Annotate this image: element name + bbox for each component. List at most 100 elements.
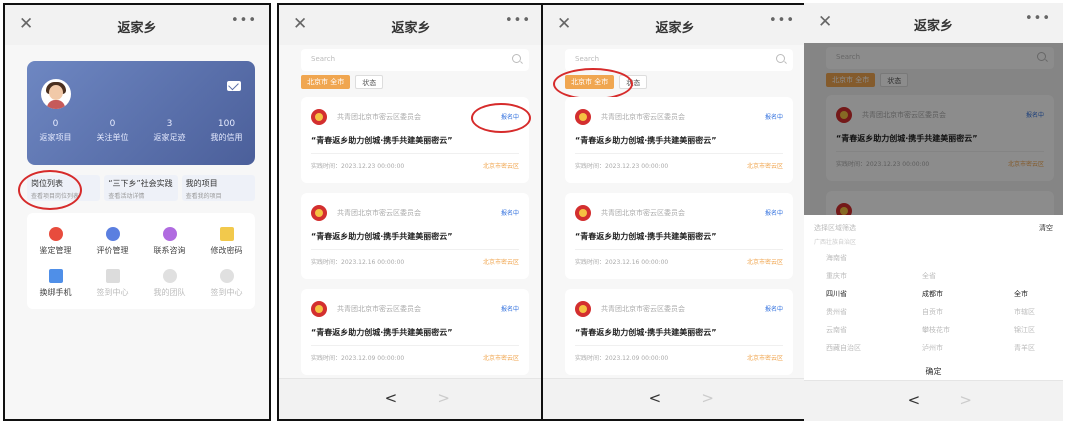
district-column[interactable]: 全市 市辖区 锦江区 青羊区	[1014, 253, 1035, 361]
grid-item-checkin[interactable]: 签到中心	[84, 269, 141, 298]
league-logo-icon	[575, 205, 591, 221]
project-card[interactable]: 共青团北京市密云区委员会 报名中 “青春返乡助力创城·携手共建美丽密云” 实践时…	[565, 193, 793, 279]
forward-button[interactable]: >	[959, 391, 972, 409]
grid-item-evaluation[interactable]: 评价管理	[84, 227, 141, 256]
clear-button[interactable]: 清空	[1039, 223, 1053, 233]
project-card[interactable]: 共青团北京市密云区委员会 报名中 “青春返乡助力创城·携手共建美丽密云” 实践时…	[301, 193, 529, 279]
back-button[interactable]: <	[385, 389, 398, 407]
team-icon	[162, 269, 177, 283]
picker-option[interactable]	[922, 253, 950, 271]
forward-button[interactable]: >	[701, 389, 714, 407]
grid-item-team[interactable]: 我的团队	[141, 269, 198, 298]
quick-link-practice[interactable]: “三下乡”社会实践 查看活动详情	[104, 175, 178, 201]
card-title: “青春返乡助力创城·携手共建美丽密云”	[311, 232, 453, 241]
back-button[interactable]: <	[649, 389, 662, 407]
league-logo-icon	[575, 301, 591, 317]
stat-item[interactable]: 0 关注单位	[84, 119, 141, 143]
league-logo-icon	[311, 205, 327, 221]
page-title: 返家乡	[391, 21, 431, 36]
title-bar: ✕ 返家乡 •••	[543, 5, 807, 45]
card-title: “青春返乡助力创城·携手共建美丽密云”	[575, 232, 717, 241]
location-filter[interactable]: 北京市 全市	[301, 75, 351, 89]
picker-option[interactable]: 云南省	[826, 325, 861, 343]
picker-option[interactable]	[1014, 271, 1035, 289]
stat-item[interactable]: 3 返家足迹	[141, 119, 198, 143]
picker-option[interactable]: 自贡市	[922, 307, 950, 325]
forward-button[interactable]: >	[437, 389, 450, 407]
search-icon	[776, 54, 785, 63]
project-card[interactable]: 共青团北京市密云区委员会 报名中 “青春返乡助力创城·携手共建美丽密云” 实践时…	[565, 289, 793, 375]
project-card[interactable]: 共青团北京市密云区委员会 报名中 “青春返乡助力创城·携手共建美丽密云” 实践时…	[565, 97, 793, 183]
picker-option[interactable]: 青羊区	[1014, 343, 1035, 361]
confirm-button[interactable]: 确定	[804, 366, 1063, 377]
search-icon	[512, 54, 521, 63]
contact-icon	[162, 227, 177, 241]
bottom-nav: < >	[279, 378, 543, 419]
status-badge: 报名中	[764, 210, 783, 217]
mail-icon[interactable]	[227, 81, 241, 91]
stats-row: 0 返家项目 0 关注单位 3 返家足迹 100 我的信用	[27, 119, 255, 143]
more-icon[interactable]: •••	[769, 13, 795, 28]
more-icon[interactable]: •••	[505, 13, 531, 28]
stat-item[interactable]: 100 我的信用	[198, 119, 255, 143]
picker-option[interactable]: 泸州市	[922, 343, 950, 361]
highlight-oval	[18, 170, 82, 210]
grid-label: 换绑手机	[39, 288, 72, 297]
stat-label: 关注单位	[96, 133, 129, 142]
picker-option[interactable]: 市辖区	[1014, 307, 1035, 325]
picker-option[interactable]: 全市	[1014, 289, 1035, 307]
status-badge: 报名中	[764, 114, 783, 121]
card-org: 共青团北京市密云区委员会	[337, 305, 421, 313]
search-input[interactable]: Search	[301, 49, 529, 71]
picker-option[interactable]: 成都市	[922, 289, 950, 307]
picker-option[interactable]: 攀枝花市	[922, 325, 950, 343]
stat-label: 返家项目	[39, 133, 72, 142]
picker-option[interactable]	[1014, 253, 1035, 271]
search-placeholder: Search	[575, 55, 600, 63]
picker-option[interactable]: 重庆市	[826, 271, 861, 289]
page-title: 返家乡	[117, 21, 157, 36]
status-filter[interactable]: 状态	[355, 75, 384, 89]
stat-item[interactable]: 0 返家项目	[27, 119, 84, 143]
grid-label: 联系咨询	[153, 246, 186, 255]
picker-option[interactable]: 四川省	[826, 289, 861, 307]
picker-option[interactable]: 贵州省	[826, 307, 861, 325]
region-picker-sheet: 选择区域筛选 清空 广西壮族自治区 海南省 重庆市 四川省 贵州省 云南省 西藏…	[804, 215, 1063, 381]
card-time: 实践时间：2023.12.09 00:00:00	[575, 355, 669, 362]
quick-link-sub: 查看我的项目	[185, 193, 222, 200]
card-time: 实践时间：2023.12.23 00:00:00	[575, 163, 669, 170]
picker-option[interactable]: 全省	[922, 271, 950, 289]
picker-option[interactable]: 西藏自治区	[826, 343, 861, 361]
dim-overlay[interactable]	[804, 43, 1063, 215]
card-time: 实践时间：2023.12.09 00:00:00	[311, 355, 405, 362]
grid-item-checkin-2[interactable]: 签到中心	[198, 269, 255, 298]
grid-item-change-phone[interactable]: 换绑手机	[27, 269, 84, 298]
chart-icon	[105, 269, 120, 283]
more-icon[interactable]: •••	[1025, 11, 1051, 26]
card-title: “青春返乡助力创城·携手共建美丽密云”	[575, 328, 717, 337]
grid-item-appraisal[interactable]: 鉴定管理	[27, 227, 84, 256]
back-button[interactable]: <	[908, 391, 921, 409]
picker-option[interactable]: 海南省	[826, 253, 861, 271]
status-badge: 报名中	[500, 306, 519, 313]
picker-option[interactable]: 锦江区	[1014, 325, 1035, 343]
grid-label: 我的团队	[153, 288, 186, 297]
card-org: 共青团北京市密云区委员会	[337, 113, 421, 121]
quick-link-my-projects[interactable]: 我的项目 查看我的项目	[181, 175, 255, 201]
phone-icon	[48, 269, 63, 283]
card-time: 实践时间：2023.12.16 00:00:00	[575, 259, 669, 266]
more-icon[interactable]: •••	[231, 13, 257, 28]
city-column[interactable]: 全省 成都市 自贡市 攀枝花市 泸州市	[922, 253, 950, 361]
highlight-oval	[471, 103, 531, 133]
search-placeholder: Search	[311, 55, 336, 63]
stat-label: 我的信用	[210, 133, 243, 142]
password-icon	[219, 227, 234, 241]
grid-item-password[interactable]: 修改密码	[198, 227, 255, 256]
province-column[interactable]: 海南省 重庆市 四川省 贵州省 云南省 西藏自治区	[826, 253, 861, 361]
grid-item-contact[interactable]: 联系咨询	[141, 227, 198, 256]
card-location: 北京市密云区	[482, 259, 519, 266]
avatar[interactable]	[41, 79, 71, 109]
league-logo-icon	[311, 301, 327, 317]
project-card[interactable]: 共青团北京市密云区委员会 报名中 “青春返乡助力创城·携手共建美丽密云” 实践时…	[301, 289, 529, 375]
stat-number: 0	[109, 119, 116, 129]
